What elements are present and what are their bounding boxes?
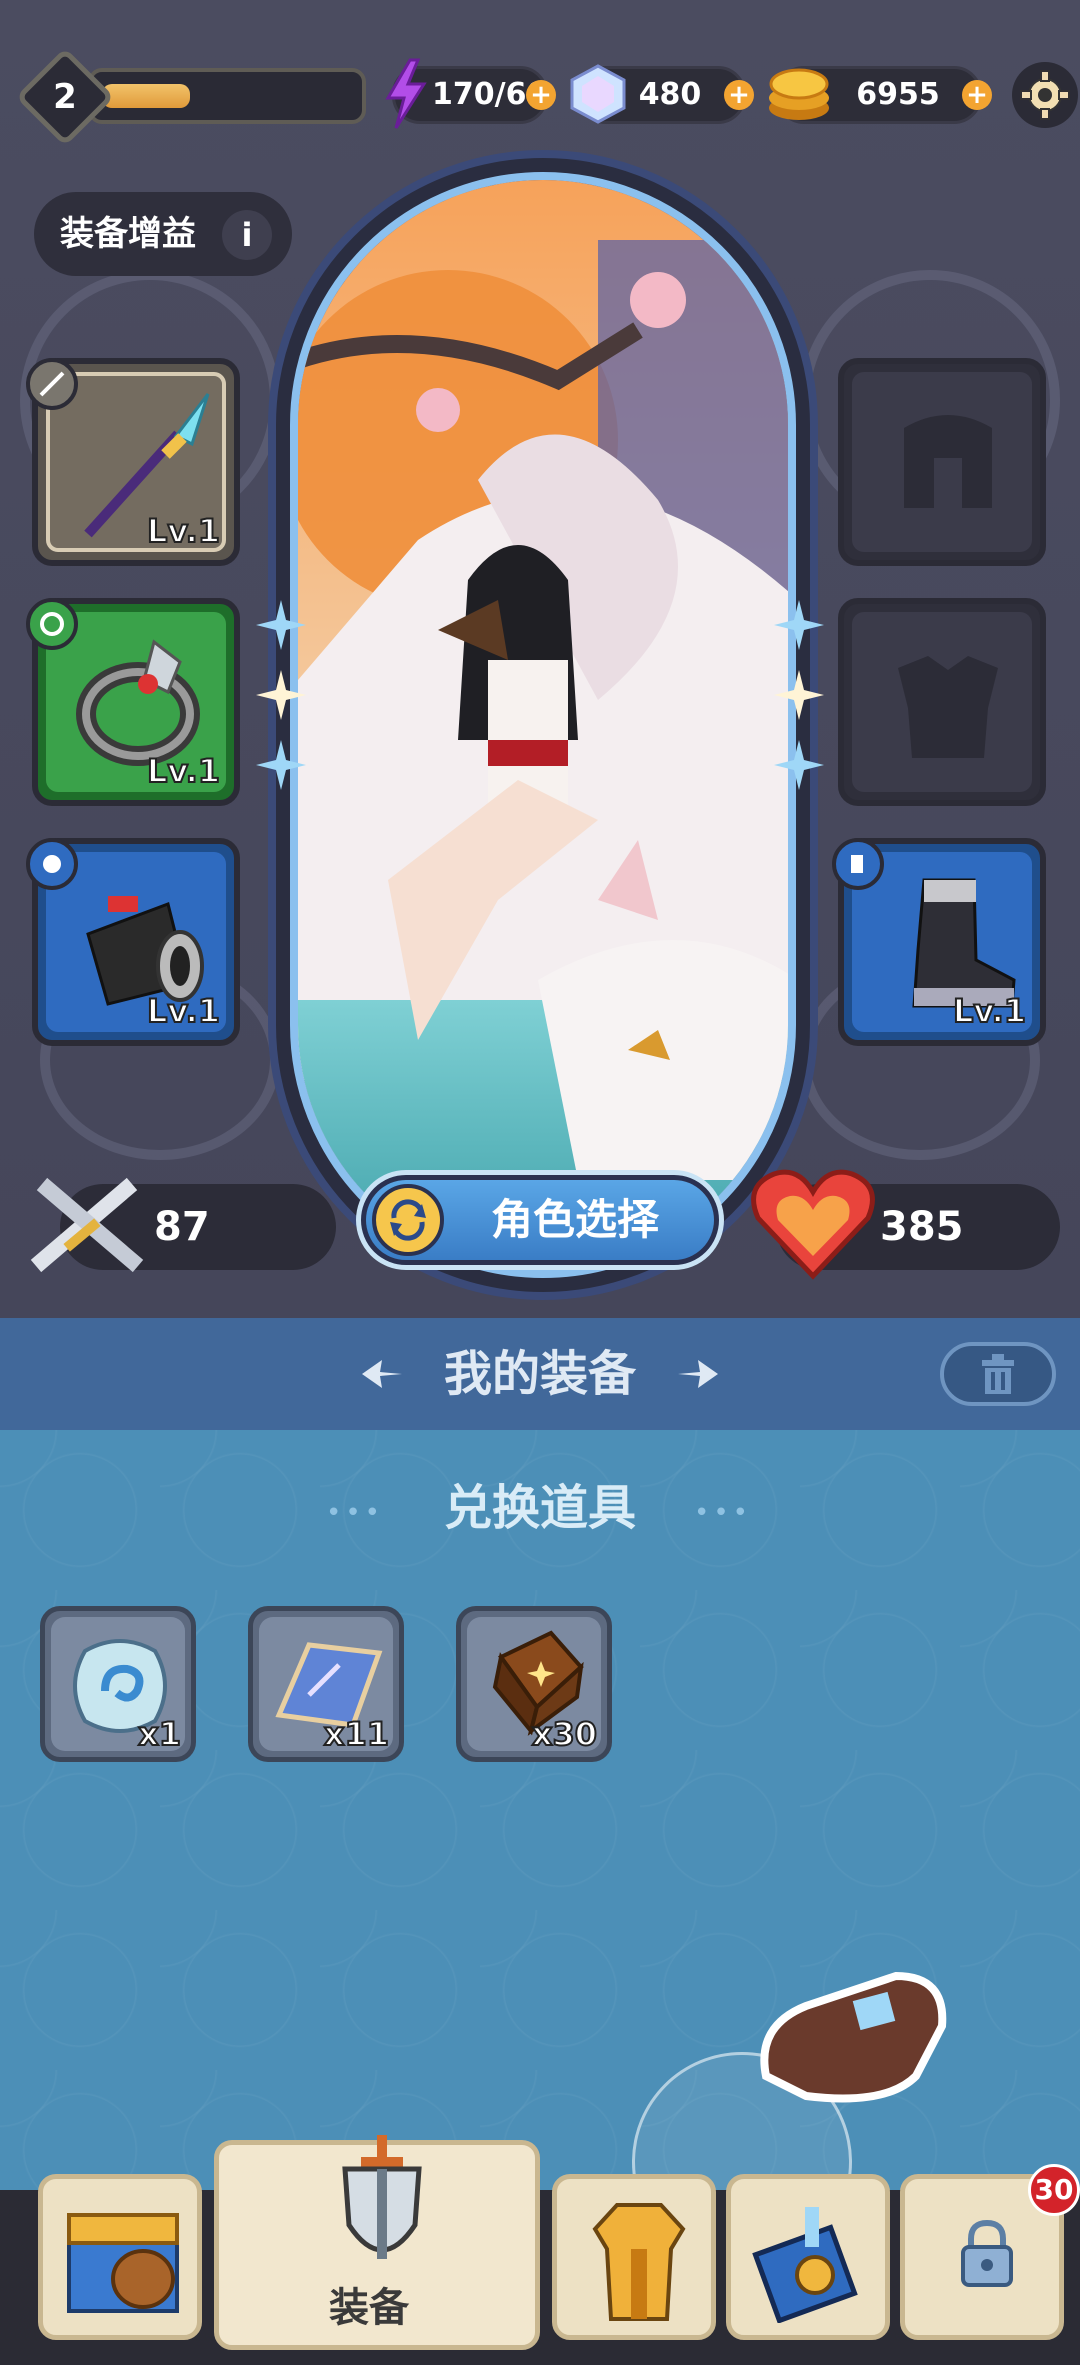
boots-level: Lv.1 <box>952 991 1027 1031</box>
add-gems-button[interactable]: + <box>724 80 754 110</box>
glove-icon[interactable] <box>746 1966 956 2116</box>
gear-icon <box>1020 70 1070 120</box>
sword-tag-icon <box>26 358 78 410</box>
crossed-swords-icon <box>30 1177 144 1273</box>
settings-button[interactable] <box>1012 62 1078 128</box>
dice-key-icon <box>752 2207 858 2323</box>
info-icon[interactable]: i <box>222 210 272 260</box>
character-illustration <box>298 180 788 1270</box>
coins-value: 6955 <box>856 77 940 112</box>
attack-value: 87 <box>154 1204 210 1250</box>
treasure-chest-icon <box>67 2213 179 2313</box>
sparkle-left-icon <box>256 600 306 790</box>
exchange-item-chest-key[interactable]: x30 <box>456 1606 612 1762</box>
character-select-label: 角色选择 <box>490 1195 659 1244</box>
lightning-icon <box>385 58 427 129</box>
add-coins-button[interactable]: + <box>962 80 992 110</box>
gem-icon <box>570 64 626 124</box>
nav-tab-shop[interactable] <box>38 2174 202 2340</box>
chest-slot-empty[interactable] <box>838 598 1046 806</box>
xp-bar-fill <box>102 84 190 108</box>
right-dots: ••• <box>694 1498 753 1528</box>
swap-icon <box>372 1184 444 1256</box>
my-equipment-title: 我的装备 <box>443 1346 636 1402</box>
armor-icon <box>592 2203 686 2321</box>
nav-tab-character[interactable] <box>552 2174 716 2340</box>
health-value: 385 <box>880 1204 964 1250</box>
rune-count: x1 <box>137 1714 182 1754</box>
dismantle-button[interactable] <box>940 1342 1056 1406</box>
equip-bonus-label: 装备增益 <box>60 214 196 254</box>
heart-icon <box>751 1169 875 1280</box>
weapon-level: Lv.1 <box>146 511 221 551</box>
notification-badge: 30 <box>1028 2164 1080 2216</box>
ring-tag-icon <box>26 598 78 650</box>
add-energy-button[interactable]: + <box>526 80 556 110</box>
padlock-icon <box>961 2219 1013 2287</box>
scroll-count: x11 <box>323 1714 390 1754</box>
exchange-items-title: 兑换道具 <box>443 1480 636 1536</box>
sparkle-right-icon <box>774 600 824 790</box>
bracer-tag-icon <box>26 838 78 890</box>
exchange-item-rune[interactable]: x1 <box>40 1606 196 1762</box>
nav-tab-equipment[interactable]: 装备 <box>214 2135 540 2350</box>
player-level: 2 <box>53 77 77 117</box>
ring-level: Lv.1 <box>146 751 221 791</box>
helmet-placeholder-icon <box>904 415 992 508</box>
bracer-level: Lv.1 <box>146 991 221 1031</box>
exchange-item-scroll[interactable]: x11 <box>248 1606 404 1762</box>
nav-tab-talent[interactable] <box>726 2174 890 2340</box>
right-fish-ornament-icon <box>678 1360 718 1388</box>
trash-icon <box>982 1354 1014 1394</box>
shield-sword-icon <box>342 2135 422 2259</box>
character-portrait <box>290 172 796 1278</box>
block-count: x30 <box>531 1714 598 1754</box>
xp-bar <box>88 68 366 124</box>
boots-tag-icon <box>832 838 884 890</box>
energy-value: 170/60 <box>432 77 548 112</box>
armor-slot-empty[interactable] <box>838 358 1046 566</box>
coin-icon <box>769 68 829 120</box>
gems-value: 480 <box>638 77 702 112</box>
nav-equipment-label: 装备 <box>329 2285 409 2331</box>
chest-armor-placeholder-icon <box>898 656 998 758</box>
